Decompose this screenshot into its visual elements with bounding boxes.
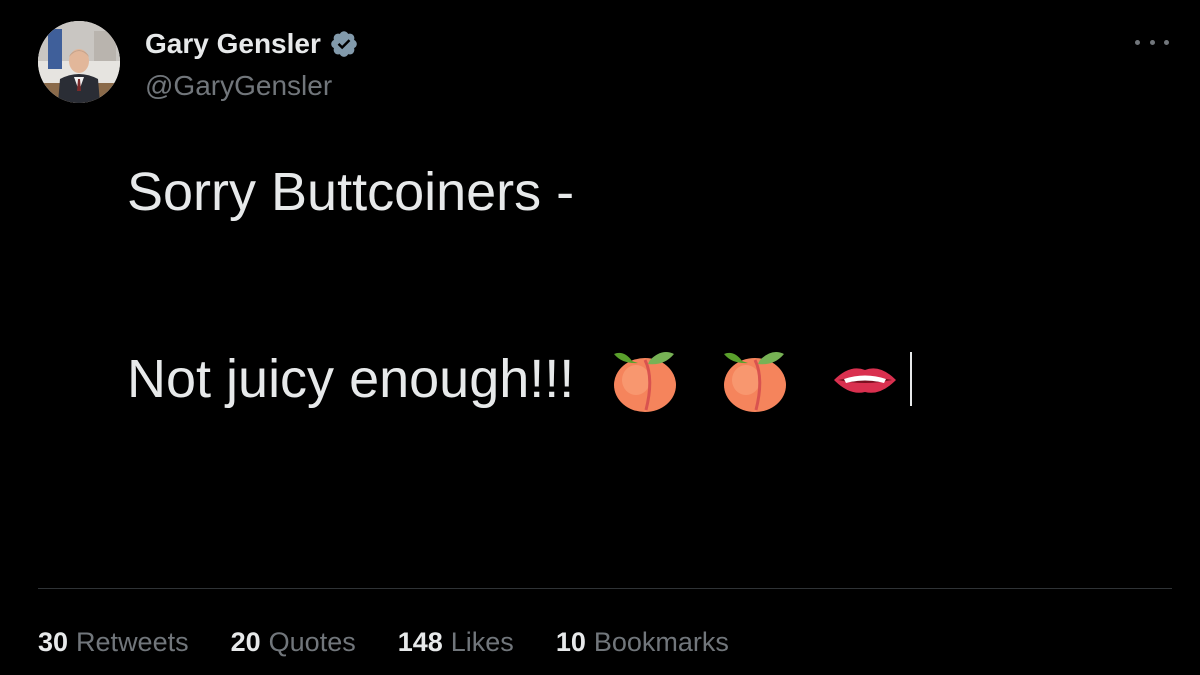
- author-display-name[interactable]: Gary Gensler: [145, 26, 321, 62]
- tweet-text-line-2-label: Not juicy enough!!!: [127, 349, 575, 409]
- name-row: Gary Gensler: [145, 26, 359, 62]
- tweet-text-line-1: Sorry Buttcoiners -: [127, 162, 575, 222]
- more-dot-icon: [1149, 39, 1155, 45]
- peach-emoji-icon: [720, 344, 790, 414]
- bookmarks-stat[interactable]: 10 Bookmarks: [556, 622, 729, 662]
- more-options-button[interactable]: [1132, 30, 1172, 54]
- bookmarks-count: 10: [555, 627, 586, 657]
- engagement-stats: 30 Retweets 20 Quotes 148 Likes 10 Bookmarks: [38, 622, 771, 662]
- author-info: Gary Gensler @GaryGensler: [145, 26, 359, 104]
- retweets-count: 30: [38, 627, 69, 657]
- likes-stat[interactable]: 148 Likes: [398, 622, 514, 662]
- peach-emoji-icon: [610, 344, 680, 414]
- quotes-stat[interactable]: 20 Quotes: [231, 622, 356, 662]
- tweet-text-line-2: Not juicy enough!!!: [127, 344, 913, 414]
- author-handle[interactable]: @GaryGensler: [145, 68, 359, 104]
- likes-label: Likes: [450, 627, 514, 657]
- quotes-count: 20: [230, 627, 261, 657]
- more-dot-icon: [1135, 39, 1140, 45]
- more-dot-icon: [1164, 39, 1169, 45]
- verified-badge-icon[interactable]: [329, 29, 359, 59]
- profile-photo-icon: [38, 21, 120, 103]
- avatar[interactable]: [38, 21, 120, 103]
- text-cursor: [910, 352, 913, 406]
- retweets-stat[interactable]: 30 Retweets: [38, 622, 189, 662]
- bookmarks-label: Bookmarks: [593, 627, 729, 657]
- likes-count: 148: [397, 627, 443, 657]
- retweets-label: Retweets: [76, 627, 189, 657]
- biting-lip-emoji-icon: [830, 344, 900, 414]
- quotes-label: Quotes: [268, 627, 356, 657]
- divider: [38, 588, 1172, 589]
